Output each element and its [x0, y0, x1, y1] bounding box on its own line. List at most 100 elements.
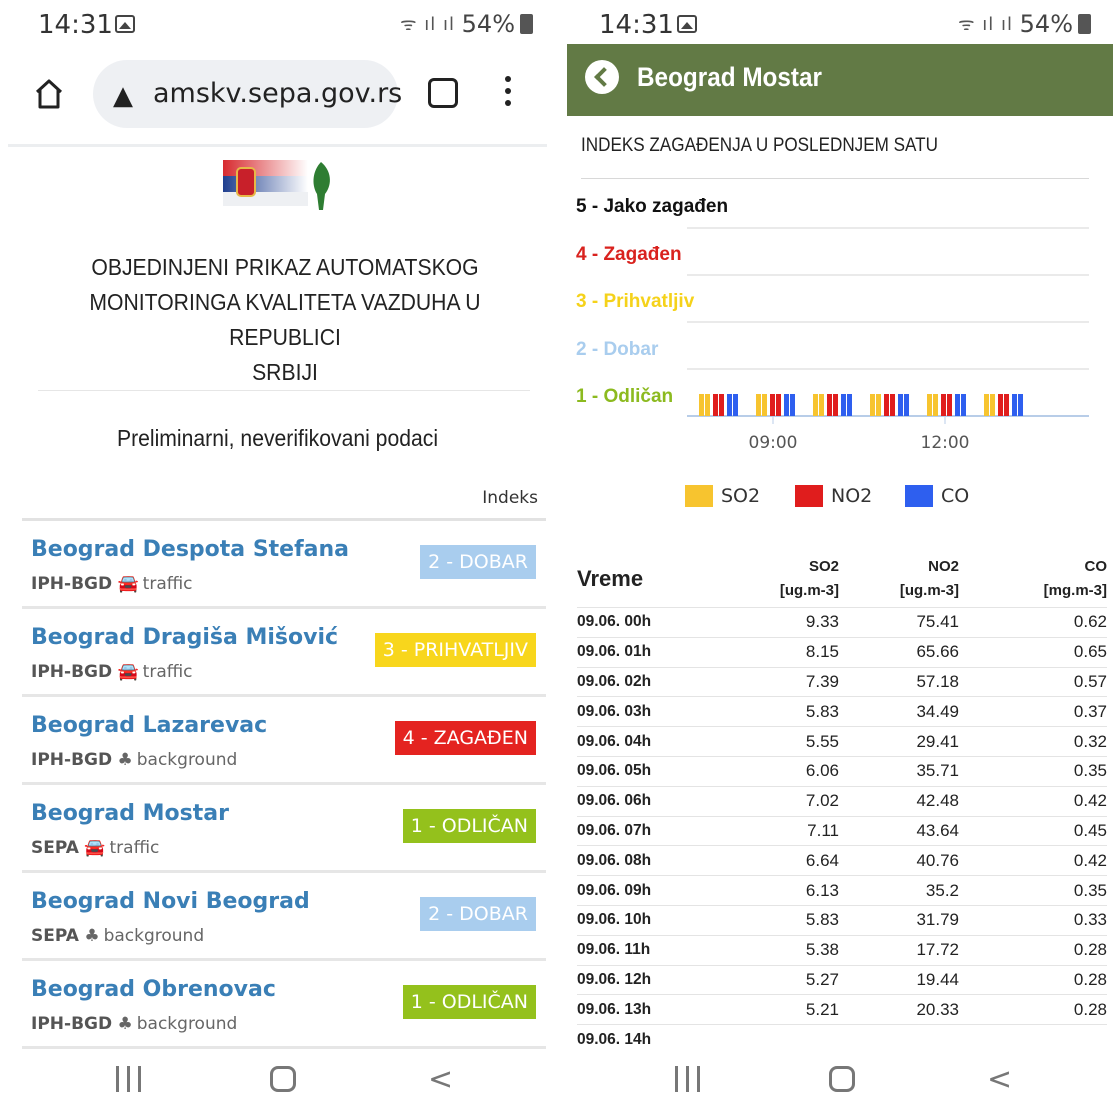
cell-time: 09.06. 06h	[577, 785, 727, 817]
cell-time: 09.06. 03h	[577, 696, 727, 727]
cell-co: 0.33	[959, 904, 1107, 936]
status-time: 14:31	[38, 10, 113, 40]
recent-apps-icon[interactable]	[675, 1066, 701, 1092]
tree-icon: ♣	[117, 750, 133, 770]
cell-co: 0.28	[959, 964, 1107, 995]
battery-icon	[520, 14, 533, 34]
home-button-icon[interactable]	[829, 1066, 855, 1092]
cell-no2	[839, 1024, 959, 1054]
bar-co	[1012, 394, 1017, 416]
right-phone-screen: 14:31 ᯤ ıl ıl 54% Beograd Mostar INDEKS …	[567, 0, 1113, 1110]
battery-level: 54%	[461, 10, 515, 38]
app-header: Beograd Mostar	[567, 44, 1113, 116]
cell-no2: 17.72	[839, 934, 959, 966]
bar-so2	[927, 394, 932, 416]
more-menu-icon[interactable]	[505, 76, 513, 112]
bar-so2	[762, 394, 767, 416]
legend-swatch	[795, 485, 823, 507]
cell-so2: 5.27	[727, 964, 839, 995]
cell-co: 0.42	[959, 785, 1107, 817]
cell-time: 09.06. 08h	[577, 845, 727, 876]
cell-co: 0.62	[959, 607, 1107, 638]
car-icon: 🚘	[84, 838, 106, 858]
station-row[interactable]: Beograd Despota Stefana IPH-BGD 🚘 traffic 2…	[22, 521, 546, 609]
station-row[interactable]: Beograd Novi Beograd SEPA ♣ background 2 - …	[22, 873, 546, 961]
bar-no2	[770, 394, 775, 416]
table-row: 09.06. 01h 8.15 65.66 0.65	[577, 636, 1107, 668]
bar-no2	[719, 394, 724, 416]
cell-so2	[727, 1024, 839, 1054]
cell-no2: 75.41	[839, 607, 959, 638]
legend-label: SO2	[721, 485, 761, 507]
cell-no2: 65.66	[839, 636, 959, 668]
status-bar: 14:31 ᯤ ıl ıl 54%	[0, 0, 555, 50]
station-name[interactable]: Beograd Lazarevac	[31, 713, 267, 738]
table-row: 09.06. 09h 6.13 35.2 0.35	[577, 875, 1107, 906]
bar-so2	[705, 394, 710, 416]
cell-co: 0.45	[959, 815, 1107, 846]
page-subtitle: Preliminarni, neverifikovani podaci	[116, 425, 439, 451]
station-row[interactable]: Beograd Lazarevac IPH-BGD ♣ background 4 - …	[22, 697, 546, 785]
cell-co: 0.57	[959, 666, 1107, 697]
station-meta: IPH-BGD 🚘 traffic	[31, 574, 193, 594]
station-meta: SEPA ♣ background	[31, 926, 204, 946]
table-row: 09.06. 13h 5.21 20.33 0.28	[577, 994, 1107, 1025]
index-column-header: Indeks	[482, 488, 538, 508]
station-name[interactable]: Beograd Despota Stefana	[31, 537, 349, 562]
cell-so2: 8.15	[727, 636, 839, 668]
home-icon[interactable]	[34, 78, 64, 110]
station-name[interactable]: Beograd Dragiša Mišović	[31, 625, 338, 650]
bar-so2	[990, 394, 995, 416]
cell-so2: 6.06	[727, 755, 839, 787]
cell-so2: 5.21	[727, 994, 839, 1025]
tabs-icon[interactable]	[428, 78, 458, 108]
station-row[interactable]: Beograd Dragiša Mišović IPH-BGD 🚘 traffic 3…	[22, 609, 546, 697]
bar-so2	[813, 394, 818, 416]
bar-no2	[884, 394, 889, 416]
station-row[interactable]: Beograd Obrenovac IPH-BGD ♣ background 1 - …	[22, 961, 546, 1049]
station-type: background	[136, 1014, 238, 1034]
warning-icon[interactable]: ▲	[113, 81, 133, 111]
cell-so2: 5.55	[727, 726, 839, 757]
address-bar[interactable]: ▲ amskv.sepa.gov.rs	[93, 60, 402, 128]
divider	[38, 390, 530, 391]
cell-co: 0.42	[959, 845, 1107, 876]
table-row: 09.06. 08h 6.64 40.76 0.42	[577, 845, 1107, 876]
bar-so2	[984, 394, 989, 416]
legend-swatch	[905, 485, 933, 507]
station-row[interactable]: Beograd Mostar SEPA 🚘 traffic 1 - ODLIČAN	[22, 785, 546, 873]
bar-no2	[713, 394, 718, 416]
station-name[interactable]: Beograd Novi Beograd	[31, 889, 310, 914]
bar-no2	[833, 394, 838, 416]
station-name[interactable]: Beograd Mostar	[31, 801, 229, 826]
index-section-title: INDEKS ZAGAĐENJA U POSLEDNJEM SATU	[581, 135, 938, 156]
system-nav-bar: <	[0, 1052, 555, 1110]
recent-apps-icon[interactable]	[116, 1066, 142, 1092]
cell-no2: 42.48	[839, 785, 959, 817]
col-header-time: Vreme	[577, 566, 644, 591]
tree-icon: ♣	[117, 1014, 133, 1034]
cell-co: 0.28	[959, 994, 1107, 1025]
cell-time: 09.06. 09h	[577, 875, 727, 906]
bar-so2	[933, 394, 938, 416]
url-text[interactable]: amskv.sepa.gov.rs	[153, 78, 402, 109]
bar-co	[733, 394, 738, 416]
back-button-icon[interactable]: <	[428, 1062, 453, 1097]
station-name[interactable]: Beograd Obrenovac	[31, 977, 276, 1002]
back-button-icon[interactable]: <	[987, 1062, 1012, 1097]
bar-so2	[699, 394, 704, 416]
table-row: 09.06. 05h 6.06 35.71 0.35	[577, 755, 1107, 787]
station-meta: IPH-BGD 🚘 traffic	[31, 662, 193, 682]
cell-so2: 5.83	[727, 904, 839, 936]
bar-co	[955, 394, 960, 416]
index-badge: 4 - ZAGAĐEN	[394, 721, 536, 755]
table-row: 09.06. 12h 5.27 19.44 0.28	[577, 964, 1107, 995]
back-arrow-icon[interactable]	[585, 60, 619, 94]
cell-time: 09.06. 02h	[577, 666, 727, 697]
cell-so2: 9.33	[727, 607, 839, 638]
bar-co	[898, 394, 903, 416]
home-button-icon[interactable]	[270, 1066, 296, 1092]
cell-time: 09.06. 13h	[577, 994, 727, 1025]
bar-co	[847, 394, 852, 416]
cell-so2: 5.38	[727, 934, 839, 966]
